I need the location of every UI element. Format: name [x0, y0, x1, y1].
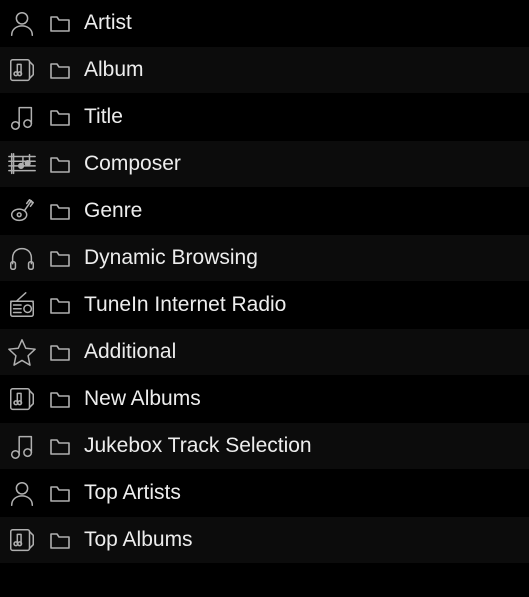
- music-note-icon: [4, 428, 40, 464]
- menu-item-top-artists[interactable]: Top Artists: [0, 470, 529, 517]
- menu-item-genre[interactable]: Genre: [0, 188, 529, 235]
- radio-icon: [4, 287, 40, 323]
- folder-icon: [46, 103, 74, 131]
- menu-item-label: New Albums: [84, 387, 201, 411]
- menu-item-jukebox[interactable]: Jukebox Track Selection: [0, 423, 529, 470]
- folder-icon: [46, 56, 74, 84]
- folder-icon: [46, 9, 74, 37]
- menu-item-tunein-radio[interactable]: TuneIn Internet Radio: [0, 282, 529, 329]
- menu-item-label: Artist: [84, 11, 132, 35]
- artist-icon: [4, 475, 40, 511]
- menu-item-label: Dynamic Browsing: [84, 246, 258, 270]
- folder-icon: [46, 432, 74, 460]
- menu-item-label: Genre: [84, 199, 142, 223]
- menu-item-additional[interactable]: Additional: [0, 329, 529, 376]
- album-icon: [4, 522, 40, 558]
- menu-item-title[interactable]: Title: [0, 94, 529, 141]
- folder-icon: [46, 338, 74, 366]
- menu-item-label: Title: [84, 105, 123, 129]
- menu-item-new-albums[interactable]: New Albums: [0, 376, 529, 423]
- album-icon: [4, 381, 40, 417]
- menu-item-top-albums[interactable]: Top Albums: [0, 517, 529, 564]
- menu-item-artist[interactable]: Artist: [0, 0, 529, 47]
- headphones-icon: [4, 240, 40, 276]
- folder-icon: [46, 291, 74, 319]
- folder-icon: [46, 526, 74, 554]
- menu-item-label: Additional: [84, 340, 176, 364]
- folder-icon: [46, 479, 74, 507]
- sheet-music-icon: [4, 146, 40, 182]
- folder-icon: [46, 150, 74, 178]
- star-icon: [4, 334, 40, 370]
- music-note-icon: [4, 99, 40, 135]
- menu-item-album[interactable]: Album: [0, 47, 529, 94]
- folder-icon: [46, 244, 74, 272]
- menu-item-label: Composer: [84, 152, 181, 176]
- menu-item-composer[interactable]: Composer: [0, 141, 529, 188]
- menu-item-label: Jukebox Track Selection: [84, 434, 312, 458]
- folder-icon: [46, 385, 74, 413]
- music-browse-menu: Artist Album Title Composer Genre Dynami…: [0, 0, 529, 564]
- menu-item-label: Top Albums: [84, 528, 193, 552]
- menu-item-label: Top Artists: [84, 481, 181, 505]
- album-icon: [4, 52, 40, 88]
- menu-item-label: Album: [84, 58, 144, 82]
- menu-item-dynamic-browsing[interactable]: Dynamic Browsing: [0, 235, 529, 282]
- guitar-icon: [4, 193, 40, 229]
- artist-icon: [4, 5, 40, 41]
- menu-item-label: TuneIn Internet Radio: [84, 293, 286, 317]
- folder-icon: [46, 197, 74, 225]
